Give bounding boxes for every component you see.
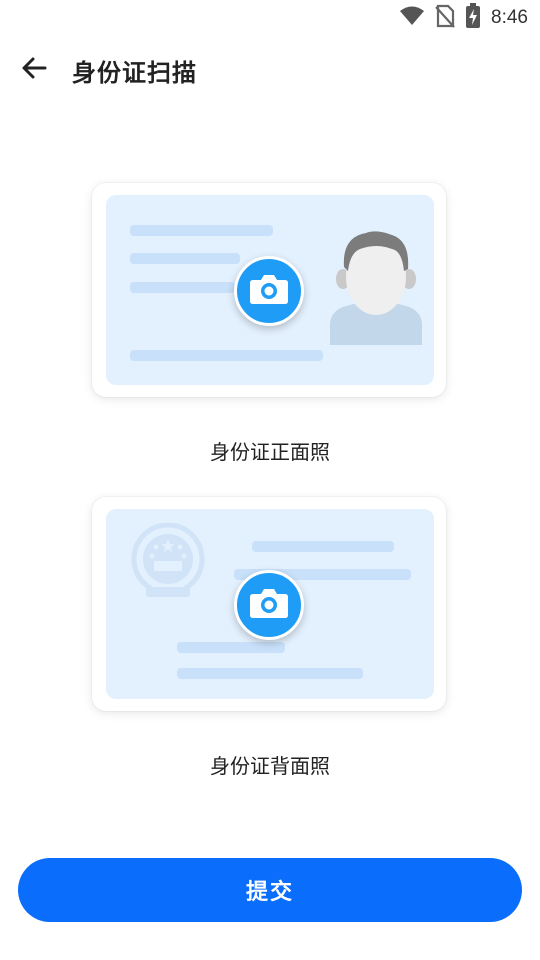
status-time: 8:46 bbox=[491, 7, 528, 28]
text-line bbox=[130, 225, 273, 236]
national-emblem-icon bbox=[130, 522, 206, 607]
camera-icon bbox=[249, 273, 289, 309]
text-line bbox=[177, 668, 363, 679]
text-line bbox=[130, 350, 323, 361]
status-bar: 8:46 bbox=[0, 0, 540, 36]
camera-icon bbox=[249, 587, 289, 623]
portrait-icon bbox=[330, 229, 422, 349]
id-back-card[interactable] bbox=[92, 497, 446, 711]
back-button[interactable] bbox=[14, 50, 54, 90]
wifi-icon bbox=[399, 5, 425, 31]
arrow-left-icon bbox=[20, 54, 48, 86]
text-line bbox=[177, 642, 285, 653]
id-front-card[interactable] bbox=[92, 183, 446, 397]
status-icons: 8:46 bbox=[399, 3, 528, 33]
no-sim-icon bbox=[435, 4, 455, 32]
text-line bbox=[252, 541, 394, 552]
id-front-label: 身份证正面照 bbox=[210, 440, 330, 464]
back-camera-button[interactable] bbox=[234, 570, 304, 640]
id-back-label: 身份证背面照 bbox=[210, 754, 330, 778]
text-line bbox=[130, 253, 240, 264]
page-title: 身份证扫描 bbox=[72, 59, 197, 87]
front-camera-button[interactable] bbox=[234, 256, 304, 326]
app-header: 身份证扫描 bbox=[0, 40, 540, 100]
battery-charging-icon bbox=[465, 3, 481, 33]
text-line bbox=[130, 282, 235, 293]
submit-button[interactable]: 提交 bbox=[18, 858, 522, 922]
